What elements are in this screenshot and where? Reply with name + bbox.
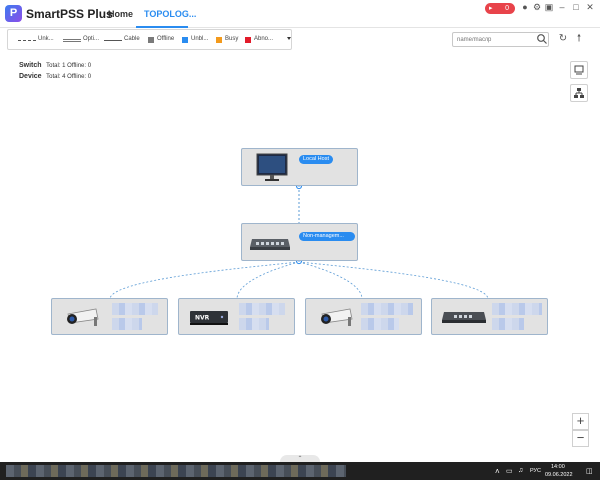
clock-date: 09.06.2022 — [545, 472, 573, 478]
device-node[interactable]: NVR — [178, 298, 295, 335]
device-ip-redacted — [492, 318, 524, 330]
device-name-redacted — [361, 303, 413, 315]
tray-chevron-icon[interactable]: ˄ — [495, 467, 500, 476]
camera-icon — [321, 308, 353, 326]
taskbar-apps-redacted — [6, 465, 346, 477]
device-ip-redacted — [239, 318, 269, 330]
device-ip-redacted — [361, 318, 399, 330]
zoom-out-button[interactable]: − — [572, 430, 589, 447]
device-ip-redacted — [112, 318, 142, 330]
language-indicator[interactable]: РУС — [530, 468, 541, 474]
monitor-icon — [256, 153, 288, 181]
network-icon[interactable]: ▭ — [506, 467, 513, 475]
volume-icon[interactable]: ♫ — [518, 467, 523, 474]
switch-badge: Non-managem... — [299, 232, 355, 241]
taskbar: ˄ ▭ ♫ РУС 14:00 09.06.2022 ◫ — [0, 462, 600, 480]
device-name-redacted — [239, 303, 285, 315]
switch-icon — [250, 239, 290, 250]
local-host-node[interactable]: Local Host — [241, 148, 358, 186]
local-host-badge: Local Host — [299, 155, 333, 164]
zoom-in-button[interactable]: + — [572, 413, 589, 430]
nvr-device-label: NVR — [195, 315, 210, 322]
camera-icon — [67, 308, 99, 326]
device-node[interactable] — [431, 298, 548, 335]
device-name-redacted — [492, 303, 542, 315]
device-name-redacted — [112, 303, 158, 315]
switch-node[interactable]: Non-managem... — [241, 223, 358, 261]
device-node[interactable] — [51, 298, 168, 335]
clock-time: 14:00 — [551, 464, 565, 470]
collapse-handle[interactable]: ⌃ — [280, 455, 320, 462]
device-node[interactable] — [305, 298, 422, 335]
nvr-icon: NVR — [190, 311, 228, 325]
notification-icon[interactable]: ◫ — [586, 467, 593, 475]
switch-icon — [442, 312, 486, 323]
